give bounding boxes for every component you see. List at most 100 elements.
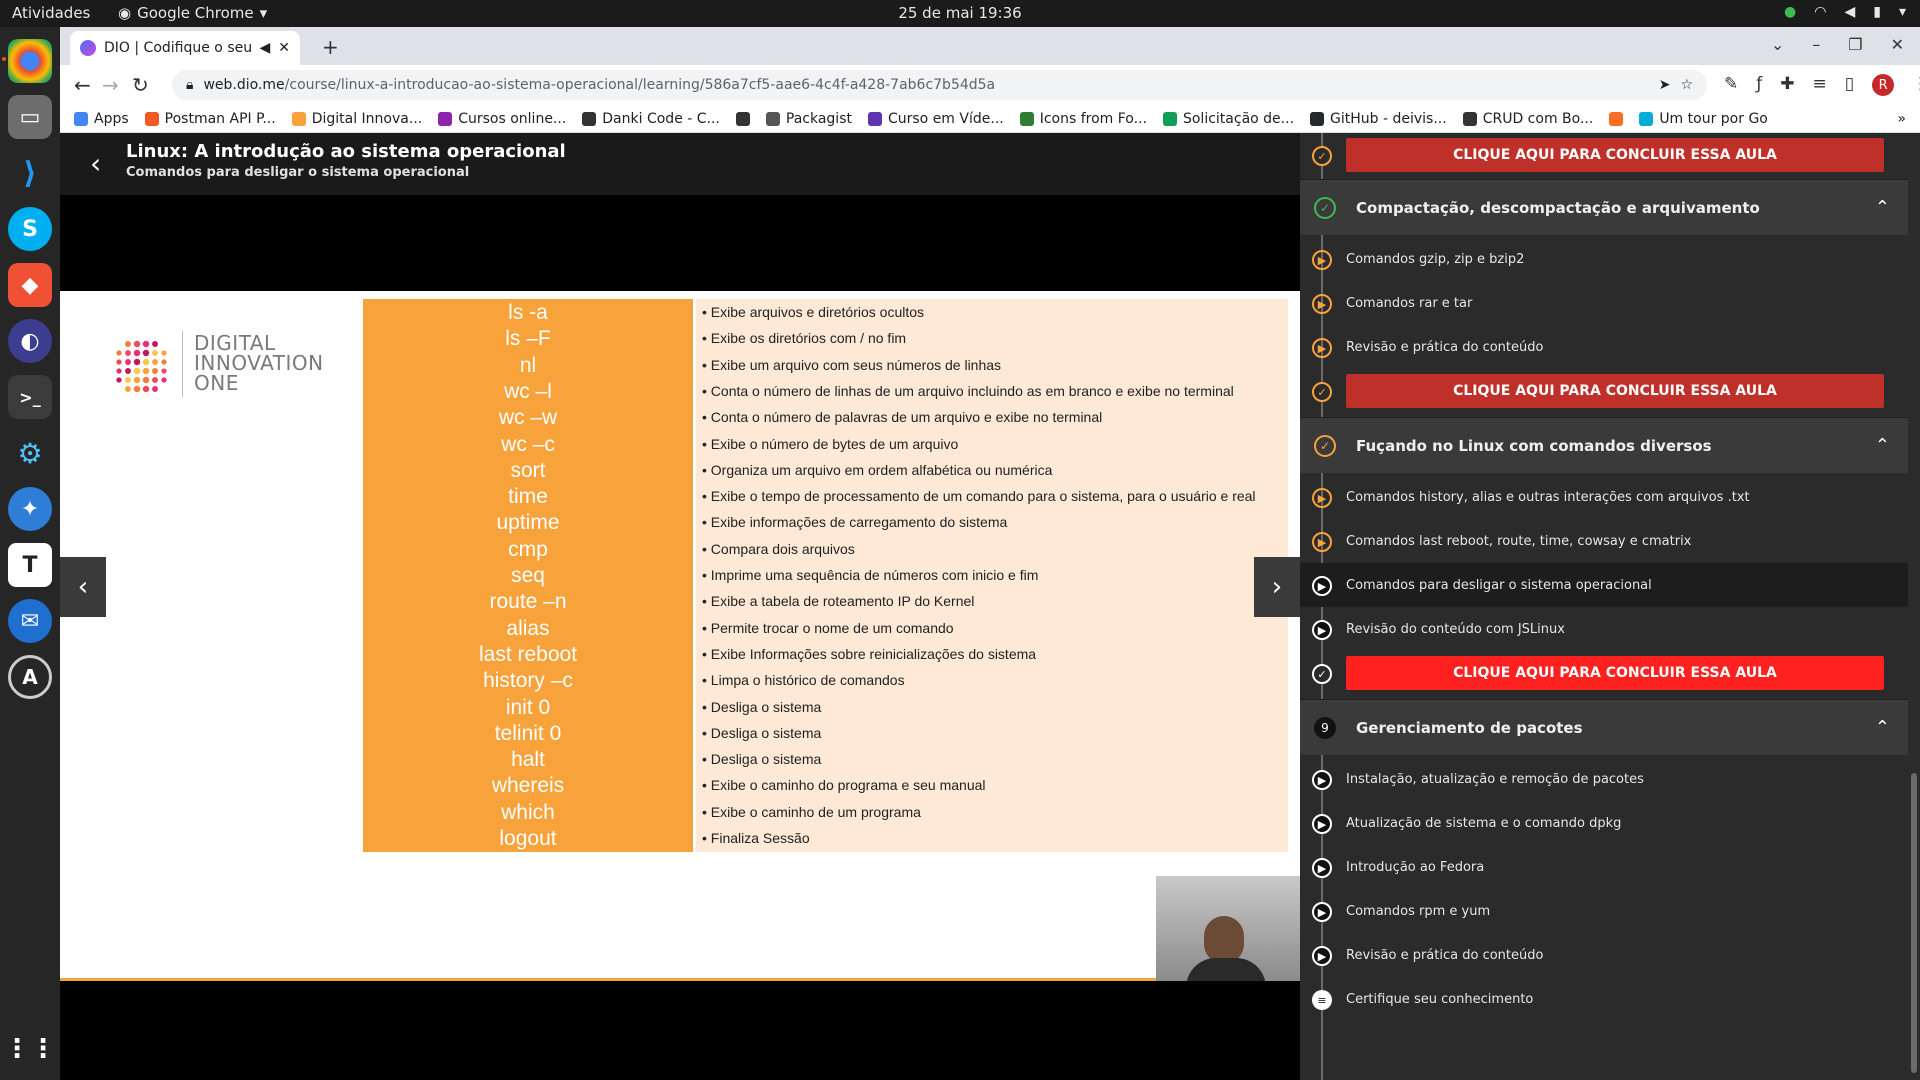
address-bar[interactable]: 🔒︎ web.dio.me/course/linux-a-introducao-… xyxy=(172,70,1707,100)
finish-lesson-button[interactable]: CLIQUE AQUI PARA CONCLUIR ESSA AULA xyxy=(1346,656,1884,690)
bookmark-item[interactable]: Cursos online... xyxy=(438,111,566,127)
skype-icon[interactable]: S xyxy=(8,207,52,251)
lesson-item[interactable]: ▶ Comandos rpm e yum xyxy=(1300,889,1908,933)
extensions-icon[interactable]: ✚ xyxy=(1780,74,1794,96)
vscode-icon[interactable]: ⟩ xyxy=(8,151,52,195)
close-window-icon[interactable]: ✕ xyxy=(1891,35,1904,54)
bookmark-item[interactable]: Icons from Fo... xyxy=(1019,111,1147,127)
clock[interactable]: 25 de mai 19:36 xyxy=(0,4,1920,22)
reading-list-icon[interactable]: ≡ xyxy=(1813,74,1827,96)
next-slide-button[interactable]: › xyxy=(1254,557,1300,617)
prev-slide-button[interactable]: ‹ xyxy=(60,557,106,617)
command-row: history –c • Limpa o histórico de comando… xyxy=(363,667,1288,695)
lesson-item[interactable]: ▶ Revisão do conteúdo com JSLinux xyxy=(1300,607,1908,651)
bookmarks-overflow-icon[interactable]: » xyxy=(1897,111,1906,127)
files-icon[interactable]: ▭ xyxy=(8,95,52,139)
speaker-icon[interactable]: ◀ xyxy=(259,40,270,56)
function-icon[interactable]: ƒ xyxy=(1756,74,1762,96)
reload-icon[interactable]: ↻ xyxy=(132,73,149,97)
close-icon[interactable]: ✕ xyxy=(278,40,290,56)
url-host: web.dio.me xyxy=(203,77,285,93)
lesson-item[interactable]: ▶ Instalação, atualização e remoção de pa… xyxy=(1300,757,1908,801)
bookmark-item[interactable]: Apps xyxy=(74,111,129,127)
forward-icon[interactable]: → xyxy=(102,73,119,97)
bookmark-item[interactable]: Danki Code - C... xyxy=(582,111,720,127)
bookmark-item[interactable]: Postman API P... xyxy=(144,111,276,127)
command-description: • Conta o número de linhas de um arquivo… xyxy=(696,377,1288,405)
command-description: • Exibe arquivos e diretórios ocultos xyxy=(696,299,1288,326)
lesson-item[interactable]: ▶ Comandos history, alias e outras intera… xyxy=(1300,475,1908,519)
tab-dio[interactable]: DIO | Codifique o seu f ◀ ✕ xyxy=(70,31,300,65)
check-icon: ✓ xyxy=(1312,146,1332,166)
command-description: • Exibe um arquivo com seus números de l… xyxy=(696,351,1288,379)
section-header[interactable]: ✓ Fuçando no Linux com comandos diversos ⌃ xyxy=(1300,417,1908,473)
bookmark-favicon-icon xyxy=(1609,111,1624,126)
lesson-item-label: Comandos history, alias e outras interaç… xyxy=(1346,489,1750,505)
command-row: alias • Permite trocar o nome de um coman… xyxy=(363,614,1288,642)
section-header[interactable]: ✓ Compactação, descompactação e arquivame… xyxy=(1300,179,1908,235)
terminal-icon[interactable]: >_ xyxy=(8,375,52,419)
section-title: Gerenciamento de pacotes xyxy=(1356,718,1583,737)
bookmark-item[interactable]: Curso em Víde... xyxy=(867,111,1004,127)
tab-title: DIO | Codifique o seu f xyxy=(104,40,252,56)
lesson-item[interactable]: ▶ Comandos para desligar o sistema operac… xyxy=(1300,563,1908,607)
bookmark-item[interactable]: Packagist xyxy=(765,110,852,127)
command-description: • Compara dois arquivos xyxy=(696,535,1288,563)
bookmark-label: Solicitação de... xyxy=(1182,110,1295,127)
chrome-icon[interactable] xyxy=(8,39,52,83)
finish-lesson-button[interactable]: CLIQUE AQUI PARA CONCLUIR ESSA AULA xyxy=(1346,374,1884,408)
eclipse-icon[interactable]: ◐ xyxy=(8,319,52,363)
command-row: which • Exibe o caminho de um programa xyxy=(363,798,1288,826)
send-icon[interactable]: ➤ xyxy=(1659,77,1671,93)
restore-icon[interactable]: ❐ xyxy=(1848,35,1862,54)
lesson-item-label: Comandos last reboot, route, time, cowsa… xyxy=(1346,533,1692,549)
lesson-item[interactable]: ▶ Atualização de sistema e o comando dpkg xyxy=(1300,801,1908,845)
bookmark-favicon-icon xyxy=(735,111,750,126)
git-icon[interactable]: ◆ xyxy=(8,263,52,307)
chevron-up-icon: ⌃ xyxy=(1874,717,1890,738)
sidebar-scrollbar[interactable] xyxy=(1908,133,1920,1080)
lesson-item[interactable]: ▶ Comandos gzip, zip e bzip2 xyxy=(1300,237,1908,281)
typora-icon[interactable]: T xyxy=(8,543,52,587)
command-name: telinit 0 xyxy=(363,719,693,747)
bookmark-item[interactable] xyxy=(735,111,750,126)
command-description: • Exibe informações de carregamento do s… xyxy=(696,509,1288,537)
sidepanel-icon[interactable]: ▯ xyxy=(1845,74,1854,96)
bookmark-item[interactable]: CRUD com Bo... xyxy=(1462,111,1593,127)
menu-icon[interactable]: ⋮ xyxy=(1912,74,1920,96)
lesson-item[interactable]: ≡ Certifique seu conhecimento xyxy=(1300,977,1908,1021)
lesson-item[interactable]: ▶ Comandos last reboot, route, time, cows… xyxy=(1300,519,1908,563)
settings-icon[interactable]: ⚙ xyxy=(8,431,52,475)
play-icon: ▶ xyxy=(1312,858,1332,878)
profile-avatar[interactable]: R xyxy=(1872,74,1895,96)
bookmark-label: Packagist xyxy=(785,110,852,127)
back-chevron-icon[interactable]: ‹ xyxy=(90,147,101,180)
bookmark-item[interactable] xyxy=(1609,111,1624,126)
tab-search-icon[interactable]: ⌄ xyxy=(1771,35,1784,54)
lesson-item[interactable]: ▶ Revisão e prática do conteúdo xyxy=(1300,325,1908,369)
star-icon[interactable]: ☆ xyxy=(1680,77,1693,93)
bookmark-item[interactable]: Digital Innova... xyxy=(291,111,422,127)
thunderbird-icon[interactable]: ✉ xyxy=(8,599,52,643)
software-center-icon[interactable]: A xyxy=(8,655,52,699)
bookmark-item[interactable]: Solicitação de... xyxy=(1162,110,1295,127)
lesson-item[interactable]: ▶ Introdução ao Fedora xyxy=(1300,845,1908,889)
play-icon: ▶ xyxy=(1312,946,1332,966)
command-row: wc –l • Conta o número de linhas de um ar… xyxy=(363,377,1288,405)
section-header[interactable]: 9 Gerenciamento de pacotes ⌃ xyxy=(1300,699,1908,755)
command-description: • Exibe o caminho de um programa xyxy=(696,798,1288,826)
eyedropper-icon[interactable]: ✎ xyxy=(1724,74,1738,96)
lesson-item[interactable]: ▶ Comandos rar e tar xyxy=(1300,281,1908,325)
play-icon: ▶ xyxy=(1312,902,1332,922)
dbeaver-icon[interactable]: ✦ xyxy=(8,487,52,531)
wifi-icon: ◠ xyxy=(1814,4,1827,20)
back-icon[interactable]: ← xyxy=(74,73,91,97)
minimize-icon[interactable]: – xyxy=(1812,35,1820,54)
new-tab-button[interactable]: + xyxy=(322,35,339,59)
lesson-item[interactable]: ▶ Revisão e prática do conteúdo xyxy=(1300,933,1908,977)
bookmark-item[interactable]: Um tour por Go xyxy=(1639,111,1768,127)
system-tray[interactable]: ● ◠ ◀ ▮ ▾ xyxy=(1784,4,1906,20)
finish-lesson-button[interactable]: CLIQUE AQUI PARA CONCLUIR ESSA AULA xyxy=(1346,138,1884,172)
show-apps-icon[interactable]: ⋮⋮ xyxy=(4,1027,56,1071)
bookmark-item[interactable]: GitHub - deivis... xyxy=(1310,111,1447,127)
